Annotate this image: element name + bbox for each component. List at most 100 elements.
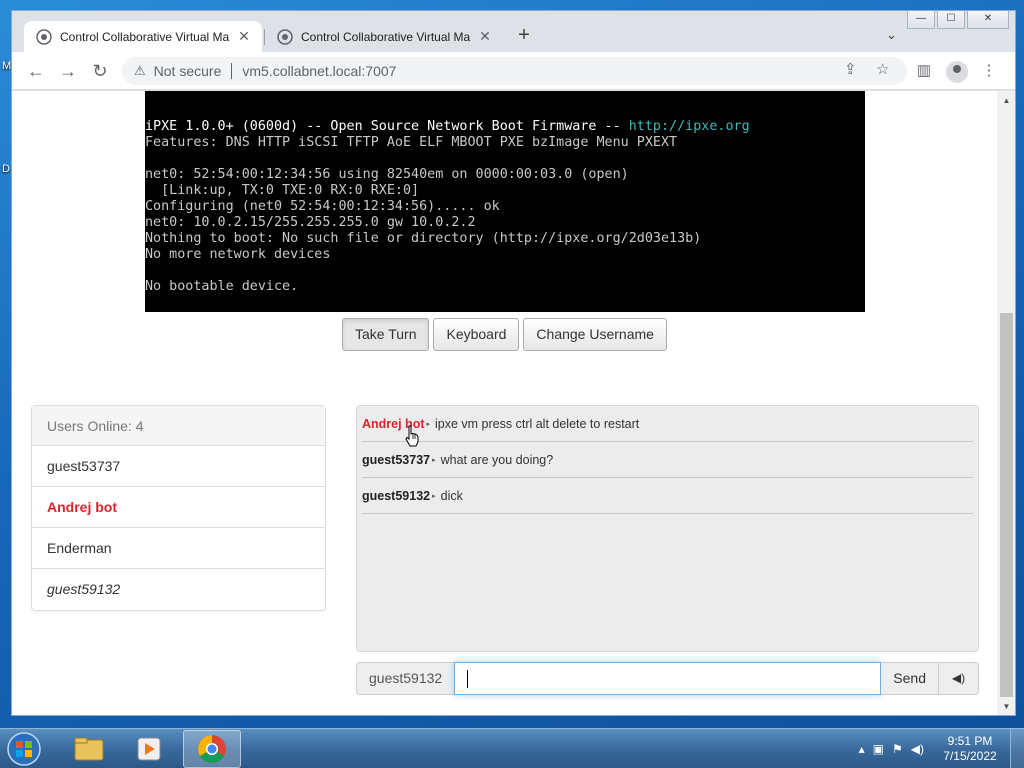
back-button[interactable]: ← <box>25 60 47 82</box>
text-caret <box>467 670 469 689</box>
page-scrollbar[interactable]: ▲ ▼ <box>997 91 1015 715</box>
chat-log[interactable]: Andrej bot ▸ ipxe vm press ctrl alt dele… <box>356 405 979 652</box>
close-tab-icon[interactable]: ✕ <box>236 28 252 45</box>
terminal-text: No bootable device. <box>145 279 299 294</box>
start-button[interactable] <box>4 730 44 768</box>
close-window-button[interactable]: ✕ <box>967 11 1009 29</box>
scroll-down-arrow[interactable]: ▼ <box>997 699 1015 715</box>
tab-vm-inactive[interactable]: Control Collaborative Virtual Ma ✕ <box>265 21 503 52</box>
change-username-button[interactable]: Change Username <box>523 318 667 351</box>
url-text[interactable]: vm5.collabnet.local:7007 <box>242 63 396 79</box>
browser-toolbar: ← → ↻ ⚠ Not secure vm5.collabnet.local:7… <box>12 52 1015 90</box>
bookmark-star-icon[interactable]: ☆ <box>876 60 889 78</box>
terminal-line: Features: DNS HTTP iSCSI TFTP AoE ELF MB… <box>145 135 865 151</box>
network-icon[interactable]: ▣ <box>873 742 884 756</box>
vm-display[interactable]: iPXE 1.0.0+ (0600d) -- Open Source Netwo… <box>145 91 865 312</box>
show-hidden-icons[interactable]: ▴ <box>859 742 865 756</box>
taskbar-chrome[interactable] <box>183 730 241 768</box>
clock-time: 9:51 PM <box>947 734 993 748</box>
volume-icon[interactable]: ◀) <box>911 742 924 756</box>
users-online-panel: Users Online: 4 guest53737 Andrej bot En… <box>31 405 326 611</box>
window-controls: — ☐ ✕ <box>907 11 1009 29</box>
desktop-icon-label: D <box>2 163 10 175</box>
side-panel-icon[interactable]: ▥ <box>914 61 934 81</box>
globe-icon <box>36 28 52 45</box>
chat-username: guest53737 <box>362 452 431 467</box>
warning-icon[interactable]: ⚠ <box>134 63 146 79</box>
browser-window: Control Collaborative Virtual Ma ✕ Contr… <box>11 10 1016 716</box>
close-tab-icon[interactable]: ✕ <box>477 28 493 45</box>
tab-label: Control Collaborative Virtual Ma <box>301 29 471 44</box>
chrome-icon <box>198 735 226 763</box>
address-bar[interactable]: ⚠ Not secure vm5.collabnet.local:7007 <box>122 57 907 85</box>
tab-search-icon[interactable]: ⌄ <box>886 27 897 43</box>
terminal-line: Configuring (net0 52:54:00:12:34:56)....… <box>145 199 865 215</box>
user-list-item[interactable]: Andrej bot <box>32 487 325 528</box>
new-tab-button[interactable]: + <box>512 24 536 48</box>
action-center-flag-icon[interactable]: ⚑ <box>892 742 903 756</box>
sound-toggle-button[interactable]: ◀) <box>939 662 979 695</box>
take-turn-button[interactable]: Take Turn <box>342 318 430 351</box>
forward-button[interactable]: → <box>57 60 79 82</box>
user-list-item[interactable]: guest59132 <box>32 569 325 610</box>
tab-label: Control Collaborative Virtual Ma <box>60 29 230 44</box>
chat-input-group: guest59132 Send ◀) <box>356 662 979 695</box>
scroll-thumb[interactable] <box>1000 313 1013 697</box>
terminal-text: No more network devices <box>145 247 331 262</box>
chat-message: guest59132 ▸ dick <box>362 478 973 514</box>
terminal-line: iPXE 1.0.0+ (0600d) -- Open Source Netwo… <box>145 119 865 135</box>
menu-kebab-icon[interactable]: ⋮ <box>979 61 999 81</box>
vm-button-group: Take Turn Keyboard Change Username <box>342 318 667 351</box>
scroll-up-arrow[interactable]: ▲ <box>997 93 1015 109</box>
speaker-icon: ◀) <box>951 671 966 685</box>
terminal-text: Features: DNS HTTP iSCSI TFTP AoE ELF MB… <box>145 135 678 150</box>
clock[interactable]: 9:51 PM 7/15/2022 <box>934 734 1006 764</box>
page-viewport: iPXE 1.0.0+ (0600d) -- Open Source Netwo… <box>12 91 997 715</box>
show-desktop-button[interactable] <box>1010 729 1024 768</box>
chat-text: dick <box>440 488 463 503</box>
chat-message: guest53737 ▸ what are you doing? <box>362 442 973 478</box>
chat-message: Andrej bot ▸ ipxe vm press ctrl alt dele… <box>362 406 973 442</box>
terminal-text: net0: 52:54:00:12:34:56 using 82540em on… <box>145 167 629 182</box>
terminal-link: http://ipxe.org <box>628 119 750 134</box>
user-list-item[interactable]: Enderman <box>32 528 325 569</box>
maximize-button[interactable]: ☐ <box>937 11 965 29</box>
terminal-text: Nothing to boot: No such file or directo… <box>145 231 702 246</box>
terminal-line: [Link:up, TX:0 TXE:0 RX:0 RXE:0] <box>145 183 865 199</box>
folder-icon <box>74 737 104 761</box>
terminal-text: Configuring (net0 52:54:00:12:34:56)....… <box>145 199 500 214</box>
terminal-line: net0: 52:54:00:12:34:56 using 82540em on… <box>145 167 865 183</box>
users-online-heading: Users Online: 4 <box>32 406 325 446</box>
share-icon[interactable]: ⇪ <box>844 60 857 78</box>
tab-vm-active[interactable]: Control Collaborative Virtual Ma ✕ <box>24 21 262 52</box>
terminal-line: net0: 10.0.2.15/255.255.255.0 gw 10.0.2.… <box>145 215 865 231</box>
desktop-icon-label: M <box>2 60 12 72</box>
terminal-text: iPXE 1.0.0+ (0600d) -- Open Source Netwo… <box>145 119 629 134</box>
terminal-text: [Link:up, TX:0 TXE:0 RX:0 RXE:0] <box>145 183 420 198</box>
tab-strip: Control Collaborative Virtual Ma ✕ Contr… <box>12 11 1015 52</box>
taskbar-media-player[interactable] <box>121 730 179 768</box>
system-tray: ▴ ▣ ⚑ ◀) 9:51 PM 7/15/2022 <box>855 729 1024 768</box>
chat-text: what are you doing? <box>440 452 554 467</box>
divider <box>231 63 233 79</box>
minimize-button[interactable]: — <box>907 11 935 29</box>
globe-icon <box>277 28 293 45</box>
keyboard-button[interactable]: Keyboard <box>433 318 520 351</box>
send-button[interactable]: Send <box>881 662 939 695</box>
chat-message-input[interactable] <box>454 662 882 695</box>
chat-text: ipxe vm press ctrl alt delete to restart <box>435 416 640 431</box>
taskbar: ▴ ▣ ⚑ ◀) 9:51 PM 7/15/2022 <box>0 728 1024 768</box>
taskbar-explorer[interactable] <box>60 730 118 768</box>
terminal-text: net0: 10.0.2.15/255.255.255.0 gw 10.0.2.… <box>145 215 476 230</box>
user-list-item[interactable]: guest53737 <box>32 446 325 487</box>
reload-button[interactable]: ↻ <box>89 60 111 82</box>
chat-username: guest59132 <box>362 488 431 503</box>
arrow-icon: ▸ <box>426 420 431 428</box>
arrow-icon: ▸ <box>432 456 436 464</box>
profile-avatar[interactable] <box>946 61 968 83</box>
arrow-icon: ▸ <box>432 492 436 500</box>
chat-username-addon: guest59132 <box>356 662 455 695</box>
clock-date: 7/15/2022 <box>943 749 997 763</box>
security-label[interactable]: Not secure <box>154 63 222 79</box>
